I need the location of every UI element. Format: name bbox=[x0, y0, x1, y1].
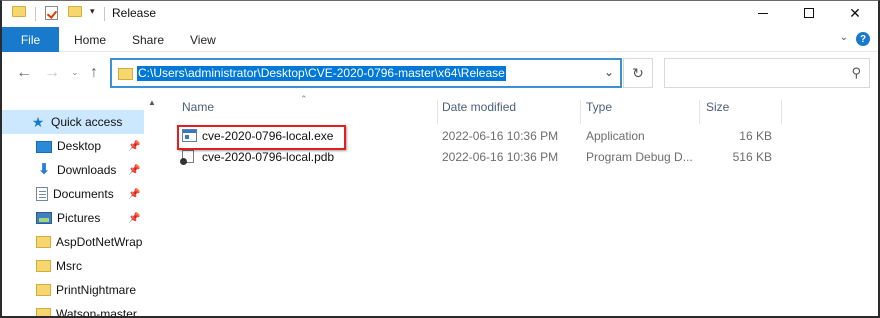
download-icon: ⬇ bbox=[37, 161, 51, 178]
file-name[interactable]: cve-2020-0796-local.pdb bbox=[202, 150, 334, 164]
help-icon[interactable]: ? bbox=[856, 32, 870, 46]
tab-home[interactable]: Home bbox=[74, 33, 106, 47]
documents-icon bbox=[36, 187, 48, 201]
customize-toolbar-dropdown-icon[interactable]: ▾ bbox=[90, 6, 95, 17]
sidebar-item-msrc[interactable]: Msrc bbox=[2, 254, 144, 278]
desktop-icon bbox=[36, 140, 52, 153]
address-bar[interactable]: C:\Users\administrator\Desktop\CVE-2020-… bbox=[110, 58, 622, 88]
folder-icon bbox=[36, 308, 51, 316]
column-header-size[interactable]: Size bbox=[702, 100, 782, 124]
file-size: 16 KB bbox=[739, 129, 772, 143]
folder-icon[interactable] bbox=[12, 6, 26, 17]
file-list: ⌃ Name Date modified Type Size cve-2020-… bbox=[160, 94, 878, 316]
sidebar-item-label: Watson-master bbox=[56, 307, 137, 318]
sidebar-item-label: PrintNightmare bbox=[56, 283, 137, 297]
minimize-icon bbox=[758, 12, 768, 14]
maximize-icon bbox=[804, 8, 814, 18]
folder-icon bbox=[36, 260, 51, 272]
file-date: 2022-06-16 10:36 PM bbox=[442, 129, 559, 143]
nav-pane-scrollbar[interactable]: ▲ bbox=[144, 94, 160, 316]
pin-icon[interactable]: 📌 bbox=[128, 189, 140, 200]
address-path[interactable]: C:\Users\administrator\Desktop\CVE-2020-… bbox=[137, 66, 506, 81]
pictures-icon bbox=[36, 212, 52, 224]
title-bar: ▾ Release ✕ bbox=[2, 1, 878, 27]
explorer-window: ▾ Release ✕ File Home Share View ⌄ ? ← →… bbox=[0, 0, 880, 318]
sidebar-item-quick-access[interactable]: ★ Quick access bbox=[2, 110, 144, 134]
file-size: 516 KB bbox=[732, 150, 772, 164]
back-button[interactable]: ← bbox=[16, 64, 32, 82]
sidebar-item-label: Desktop bbox=[57, 139, 102, 153]
folder-icon bbox=[36, 284, 51, 296]
search-icon: ⚲ bbox=[851, 65, 861, 80]
folder-icon bbox=[118, 68, 133, 80]
ribbon-tabs: File Home Share View ⌄ ? bbox=[2, 27, 878, 52]
table-row[interactable]: cve-2020-0796-local.pdb 2022-06-16 10:36… bbox=[160, 147, 878, 168]
refresh-button[interactable]: ↻ bbox=[623, 58, 653, 88]
tab-share[interactable]: Share bbox=[132, 33, 164, 47]
properties-icon[interactable] bbox=[45, 6, 58, 20]
navigation-bar: ← → ⌄ ↑ C:\Users\administrator\Desktop\C… bbox=[2, 52, 878, 94]
close-button[interactable]: ✕ bbox=[832, 1, 878, 25]
navigation-pane: ★ Quick access Desktop 📌 ⬇ Downloads 📌 D… bbox=[2, 94, 160, 318]
tab-file[interactable]: File bbox=[2, 27, 59, 52]
sidebar-item-aspdotnetwrap[interactable]: AspDotNetWrap bbox=[2, 230, 144, 254]
recent-locations-chevron-icon[interactable]: ⌄ bbox=[71, 67, 79, 78]
star-icon: ★ bbox=[31, 114, 45, 130]
column-header-type[interactable]: Type bbox=[582, 100, 700, 124]
pin-icon[interactable]: 📌 bbox=[128, 141, 140, 152]
sidebar-item-printnightmare[interactable]: PrintNightmare bbox=[2, 278, 144, 302]
file-type: Application bbox=[586, 129, 645, 143]
sidebar-item-desktop[interactable]: Desktop 📌 bbox=[2, 134, 144, 158]
sidebar-item-label: Pictures bbox=[57, 211, 101, 225]
address-dropdown-chevron-icon[interactable]: ⌄ bbox=[604, 65, 614, 79]
divider bbox=[104, 7, 105, 21]
sidebar-item-label: Downloads bbox=[57, 163, 117, 177]
sidebar-item-label: Quick access bbox=[51, 115, 123, 129]
column-header-name[interactable]: Name bbox=[178, 100, 438, 124]
new-folder-icon[interactable] bbox=[68, 6, 82, 17]
column-header-date[interactable]: Date modified bbox=[438, 100, 581, 124]
search-input[interactable]: ⚲ bbox=[664, 58, 870, 88]
expand-ribbon-chevron-icon[interactable]: ⌄ bbox=[840, 32, 848, 43]
scroll-up-icon[interactable]: ▲ bbox=[148, 98, 156, 107]
sidebar-item-pictures[interactable]: Pictures 📌 bbox=[2, 206, 144, 230]
pin-icon[interactable]: 📌 bbox=[128, 165, 140, 176]
maximize-button[interactable] bbox=[786, 1, 832, 25]
sidebar-item-label: Documents bbox=[53, 187, 114, 201]
divider bbox=[35, 7, 36, 21]
window-title: Release bbox=[112, 6, 157, 20]
sidebar-item-label: Msrc bbox=[56, 259, 82, 273]
minimize-button[interactable] bbox=[740, 1, 786, 25]
pin-icon[interactable]: 📌 bbox=[128, 213, 140, 224]
debug-file-icon bbox=[180, 150, 194, 165]
sidebar-item-documents[interactable]: Documents 📌 bbox=[2, 182, 144, 206]
file-type: Program Debug D... bbox=[586, 150, 693, 164]
forward-button[interactable]: → bbox=[44, 64, 60, 82]
tab-view[interactable]: View bbox=[190, 33, 216, 47]
refresh-icon: ↻ bbox=[632, 64, 644, 81]
up-button[interactable]: ↑ bbox=[90, 64, 98, 82]
file-date: 2022-06-16 10:36 PM bbox=[442, 150, 559, 164]
sidebar-item-label: AspDotNetWrap bbox=[56, 235, 143, 249]
close-icon: ✕ bbox=[849, 4, 861, 21]
annotation-highlight-box bbox=[177, 125, 346, 150]
folder-icon bbox=[36, 236, 51, 248]
sidebar-item-watson-master[interactable]: Watson-master bbox=[2, 302, 144, 318]
sidebar-item-downloads[interactable]: ⬇ Downloads 📌 bbox=[2, 158, 144, 182]
